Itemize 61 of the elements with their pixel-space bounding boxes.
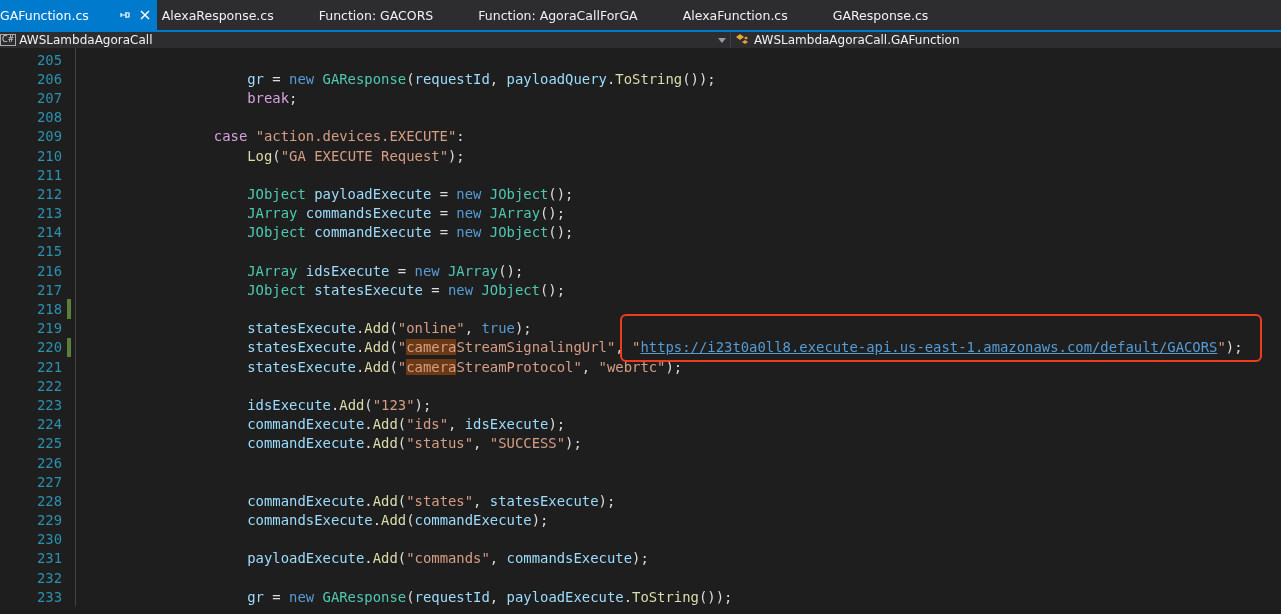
- line-number: 229: [35, 512, 62, 529]
- code-line: statesExecute.Add("cameraStreamSignalingUrl", "https://i23t0a0ll8.execute-api.us-east-1.amazonaws.com/default/GACORS");: [246, 339, 1243, 356]
- code-line: statesExecute.Add("cameraStreamProtocol", "webrtc");: [246, 358, 683, 375]
- line-number: 228: [35, 492, 62, 509]
- line-number: 210: [35, 147, 62, 164]
- editor-tab[interactable]: AlexaFunction.cs: [677, 0, 828, 30]
- line-number: 221: [35, 358, 62, 375]
- line-number: 232: [35, 569, 62, 586]
- code-line: break;: [246, 89, 298, 106]
- line-number: 216: [35, 262, 62, 279]
- editor-tab[interactable]: Function: GACORS: [313, 0, 474, 30]
- url-link[interactable]: https://i23t0a0ll8.execute-api.us-east-1.amazonaws.com/default/GACORS: [640, 339, 1218, 356]
- code-line: commandsExecute.Add(commandExecute);: [246, 512, 549, 529]
- editor-tab[interactable]: AlexaResponse.cs: [156, 0, 314, 30]
- code-line: JObject commandExecute = new JObject();: [246, 224, 574, 241]
- close-icon[interactable]: [138, 9, 151, 21]
- line-number: 222: [35, 377, 62, 394]
- line-number: 218: [35, 301, 62, 318]
- code-line: JArray commandsExecute = new JArray();: [246, 205, 566, 222]
- code-line: JObject statesExecute = new JObject();: [246, 281, 566, 298]
- code-line: Log("GA EXECUTE Request");: [246, 147, 465, 164]
- line-number: 209: [35, 128, 62, 145]
- line-number: 219: [35, 320, 62, 337]
- line-number: 206: [35, 70, 62, 87]
- line-number: 224: [35, 416, 62, 433]
- line-number: 220: [35, 339, 62, 356]
- editor-tab[interactable]: GAResponse.cs: [827, 0, 969, 30]
- line-number: 230: [35, 531, 62, 548]
- line-number: 211: [35, 166, 62, 183]
- line-number: 205: [35, 51, 62, 68]
- line-number: 227: [35, 473, 62, 490]
- line-number: 212: [35, 185, 62, 202]
- code-line: JArray idsExecute = new JArray();: [246, 262, 524, 279]
- code-line: commandExecute.Add("states", statesExecute);: [246, 492, 616, 509]
- line-number: 207: [35, 89, 62, 106]
- line-number: 214: [35, 224, 62, 241]
- line-number: 217: [35, 281, 62, 298]
- line-number: 213: [35, 205, 62, 222]
- code-line: gr = new GAResponse(requestId, payloadQuery.ToString());: [246, 70, 716, 87]
- member-dropdown[interactable]: AWSLambdaAgoraCall.GAFunction: [731, 32, 960, 48]
- code-line: idsExecute.Add("123");: [246, 396, 432, 413]
- pin-icon[interactable]: [118, 9, 131, 21]
- code-line: statesExecute.Add("online", true);: [246, 320, 532, 337]
- caret-icon[interactable]: [718, 37, 726, 43]
- code-line: commandExecute.Add("status", "SUCCESS");: [246, 435, 582, 452]
- line-number: 233: [35, 588, 62, 605]
- csharp-file-icon: C#: [0, 34, 17, 46]
- code-line: gr = new GAResponse(requestId, payloadExecute.ToString());: [246, 588, 733, 605]
- editor-tab[interactable]: GAFunction.cs: [0, 0, 157, 30]
- editor-tab[interactable]: Function: AgoraCallForGA: [473, 0, 678, 30]
- code-line: payloadExecute.Add("commands", commandsExecute);: [246, 550, 649, 567]
- project-dropdown[interactable]: C# AWSLambdaAgoraCall: [0, 32, 731, 48]
- line-number: 208: [35, 109, 62, 126]
- line-number: 225: [35, 435, 62, 452]
- line-number: 215: [35, 243, 62, 260]
- code-line: commandExecute.Add("ids", idsExecute);: [246, 416, 566, 433]
- line-number: 231: [35, 550, 62, 567]
- line-number: 223: [35, 396, 62, 413]
- code-line: JObject payloadExecute = new JObject();: [246, 185, 574, 202]
- code-line: case "action.devices.EXECUTE":: [212, 128, 465, 145]
- line-number: 226: [35, 454, 62, 471]
